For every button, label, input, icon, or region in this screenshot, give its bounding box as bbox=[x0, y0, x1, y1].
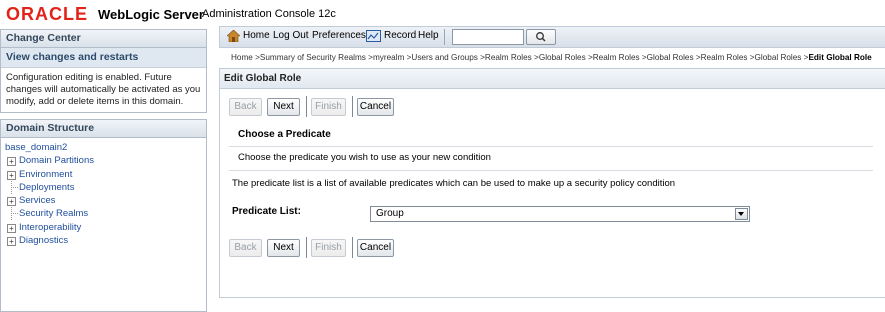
tree-item-deployments[interactable]: Deployments bbox=[5, 180, 206, 194]
tree-item-label[interactable]: Domain Partitions bbox=[19, 155, 94, 166]
expand-icon[interactable]: + bbox=[7, 237, 16, 247]
toolbar-divider bbox=[444, 29, 445, 45]
domain-structure-title: Domain Structure bbox=[0, 119, 207, 138]
breadcrumb-current: Edit Global Role bbox=[808, 53, 872, 62]
preferences-link[interactable]: Preferences bbox=[312, 30, 366, 41]
tree-root-link[interactable]: base_domain2 bbox=[5, 141, 206, 154]
button-divider bbox=[352, 96, 353, 117]
button-divider bbox=[306, 237, 307, 258]
breadcrumb-path[interactable]: Home >Summary of Security Realms >myreal… bbox=[231, 53, 808, 62]
tree-connector bbox=[11, 213, 18, 215]
next-button[interactable]: Next bbox=[267, 98, 300, 116]
next-button[interactable]: Next bbox=[267, 239, 300, 257]
predicate-list-label: Predicate List: bbox=[232, 206, 301, 217]
logout-link[interactable]: Log Out bbox=[273, 30, 309, 41]
tree-item-environment[interactable]: + Environment bbox=[5, 168, 206, 181]
predicate-selected-value: Group bbox=[376, 208, 404, 219]
back-button[interactable]: Back bbox=[229, 98, 262, 116]
edit-global-role-panel: Edit Global Role Back Next Finish Cancel… bbox=[219, 68, 885, 298]
cancel-button[interactable]: Cancel bbox=[357, 239, 394, 257]
view-changes-link[interactable]: View changes and restarts bbox=[1, 48, 206, 68]
home-icon[interactable] bbox=[227, 30, 240, 42]
finish-button[interactable]: Finish bbox=[311, 98, 346, 116]
left-column: Change Center View changes and restarts … bbox=[0, 29, 207, 312]
search-input[interactable] bbox=[452, 29, 524, 45]
product-subtitle: Administration Console 12c bbox=[202, 8, 336, 20]
record-link[interactable]: Record bbox=[384, 30, 416, 41]
section-divider bbox=[229, 146, 873, 147]
cancel-button[interactable]: Cancel bbox=[357, 98, 394, 116]
tree-item-services[interactable]: + Services bbox=[5, 194, 206, 207]
expand-icon[interactable]: + bbox=[7, 157, 16, 167]
section-divider bbox=[229, 170, 873, 171]
help-link[interactable]: Help bbox=[418, 30, 439, 41]
tree-item-label[interactable]: Diagnostics bbox=[19, 235, 68, 246]
tree-item-label[interactable]: Deployments bbox=[19, 182, 74, 193]
tree-item-label[interactable]: Interoperability bbox=[19, 222, 81, 233]
page-title: Edit Global Role bbox=[220, 69, 885, 89]
expand-icon[interactable]: + bbox=[7, 223, 16, 233]
expand-icon[interactable]: + bbox=[7, 170, 16, 180]
change-center-title: Change Center bbox=[0, 29, 207, 48]
top-toolbar: Home Log Out Preferences Record Help bbox=[219, 26, 885, 48]
breadcrumb[interactable]: Home >Summary of Security Realms >myreal… bbox=[231, 53, 872, 62]
search-button[interactable] bbox=[526, 29, 556, 45]
tree-item-label[interactable]: Security Realms bbox=[19, 208, 88, 219]
tree-item-security-realms[interactable]: Security Realms bbox=[5, 207, 206, 221]
domain-structure-panel: base_domain2 + Domain Partitions + Envir… bbox=[0, 138, 207, 312]
domain-tree: base_domain2 + Domain Partitions + Envir… bbox=[1, 138, 206, 247]
search-icon bbox=[536, 32, 546, 42]
button-divider bbox=[306, 96, 307, 117]
tree-item-label[interactable]: Services bbox=[19, 195, 55, 206]
header: ORACLE WebLogic Server Administration Co… bbox=[0, 0, 885, 24]
change-center-panel: View changes and restarts Configuration … bbox=[0, 48, 207, 113]
button-divider bbox=[352, 237, 353, 258]
product-name: WebLogic Server bbox=[98, 7, 204, 22]
home-link[interactable]: Home bbox=[243, 30, 270, 41]
tree-item-diagnostics[interactable]: + Diagnostics bbox=[5, 234, 206, 247]
tree-item-domain-partitions[interactable]: + Domain Partitions bbox=[5, 154, 206, 167]
section-subtitle: Choose the predicate you wish to use as … bbox=[238, 152, 491, 163]
chevron-down-icon[interactable] bbox=[735, 208, 748, 220]
oracle-logo: ORACLE bbox=[6, 4, 88, 24]
record-icon[interactable] bbox=[366, 30, 381, 42]
predicate-description: The predicate list is a list of availabl… bbox=[232, 178, 676, 189]
finish-button[interactable]: Finish bbox=[311, 239, 346, 257]
tree-connector bbox=[11, 186, 18, 188]
section-title: Choose a Predicate bbox=[238, 129, 331, 140]
change-center-message: Configuration editing is enabled. Future… bbox=[6, 72, 201, 107]
tree-item-interoperability[interactable]: + Interoperability bbox=[5, 221, 206, 234]
predicate-list-select[interactable]: Group bbox=[370, 206, 750, 222]
expand-icon[interactable]: + bbox=[7, 197, 16, 207]
main-area: Home Log Out Preferences Record Help Hom… bbox=[217, 24, 885, 300]
back-button[interactable]: Back bbox=[229, 239, 262, 257]
tree-item-label[interactable]: Environment bbox=[19, 169, 72, 180]
